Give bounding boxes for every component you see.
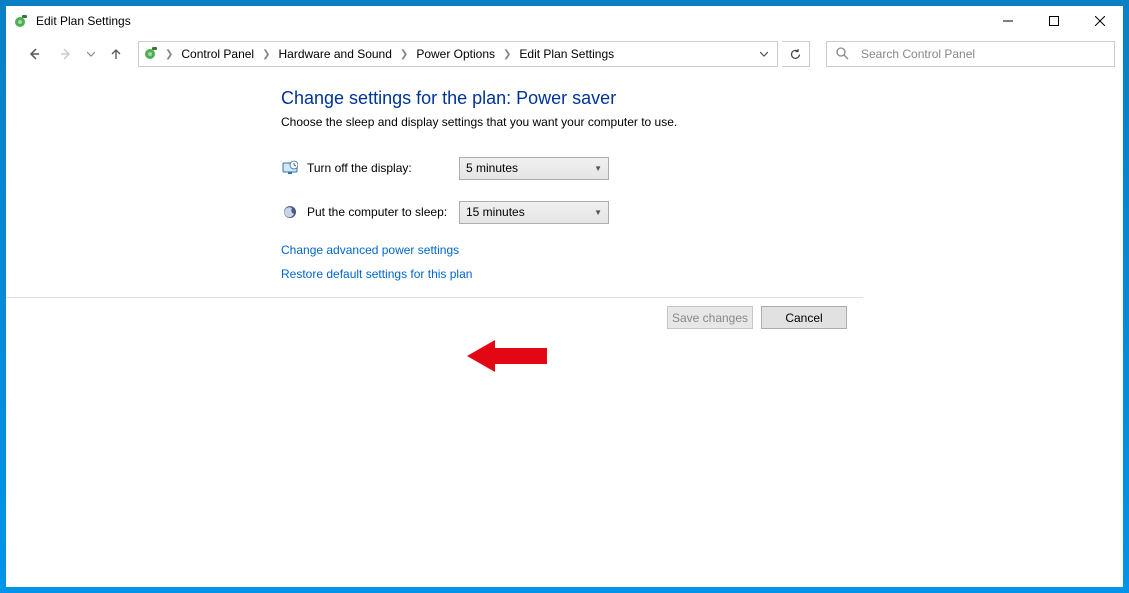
chevron-right-icon[interactable]: ❯ [260,49,272,60]
sleep-dropdown[interactable]: 15 minutes ▼ [459,201,609,224]
breadcrumb-item[interactable]: Control Panel [175,42,260,66]
setting-display-off: Turn off the display: 5 minutes ▼ [281,155,901,181]
search-input[interactable] [859,46,1106,62]
window: Edit Plan Settings ❯ Cont [6,6,1123,587]
forward-button[interactable] [52,40,80,68]
address-dropdown[interactable] [755,47,773,61]
dropdown-value: 5 minutes [466,161,594,175]
page-heading: Change settings for the plan: Power save… [281,88,901,109]
navbar: ❯ Control Panel ❯ Hardware and Sound ❯ P… [6,36,1123,72]
content-area: Change settings for the plan: Power save… [6,72,1123,587]
setting-label: Put the computer to sleep: [307,205,459,219]
page-subheading: Choose the sleep and display settings th… [281,115,901,129]
sleep-icon [281,203,299,221]
display-icon [281,159,299,177]
setting-sleep: Put the computer to sleep: 15 minutes ▼ [281,199,901,225]
minimize-button[interactable] [985,6,1031,36]
search-box[interactable] [826,41,1115,67]
close-button[interactable] [1077,6,1123,36]
chevron-down-icon: ▼ [594,164,602,173]
address-bar[interactable]: ❯ Control Panel ❯ Hardware and Sound ❯ P… [138,41,778,67]
breadcrumb-item[interactable]: Power Options [410,42,501,66]
app-icon [14,13,30,29]
display-off-dropdown[interactable]: 5 minutes ▼ [459,157,609,180]
window-title: Edit Plan Settings [36,14,131,28]
breadcrumb-item[interactable]: Hardware and Sound [273,42,398,66]
breadcrumb-item[interactable]: Edit Plan Settings [513,42,620,66]
location-icon [143,45,161,64]
cancel-button[interactable]: Cancel [761,306,847,329]
restore-defaults-link[interactable]: Restore default settings for this plan [281,267,472,281]
annotation-arrow-icon [467,336,557,379]
up-button[interactable] [102,40,130,68]
chevron-right-icon[interactable]: ❯ [163,49,175,60]
titlebar: Edit Plan Settings [6,6,1123,36]
maximize-button[interactable] [1031,6,1077,36]
back-button[interactable] [20,40,48,68]
chevron-right-icon[interactable]: ❯ [501,49,513,60]
chevron-down-icon: ▼ [594,208,602,217]
save-button: Save changes [667,306,753,329]
recent-dropdown[interactable] [84,40,98,68]
link-list: Change advanced power settings Restore d… [281,243,901,281]
chevron-right-icon[interactable]: ❯ [398,49,410,60]
search-icon [835,46,849,63]
footer: Save changes Cancel [6,297,863,337]
change-advanced-link[interactable]: Change advanced power settings [281,243,459,257]
setting-label: Turn off the display: [307,161,459,175]
refresh-button[interactable] [782,41,810,67]
dropdown-value: 15 minutes [466,205,594,219]
